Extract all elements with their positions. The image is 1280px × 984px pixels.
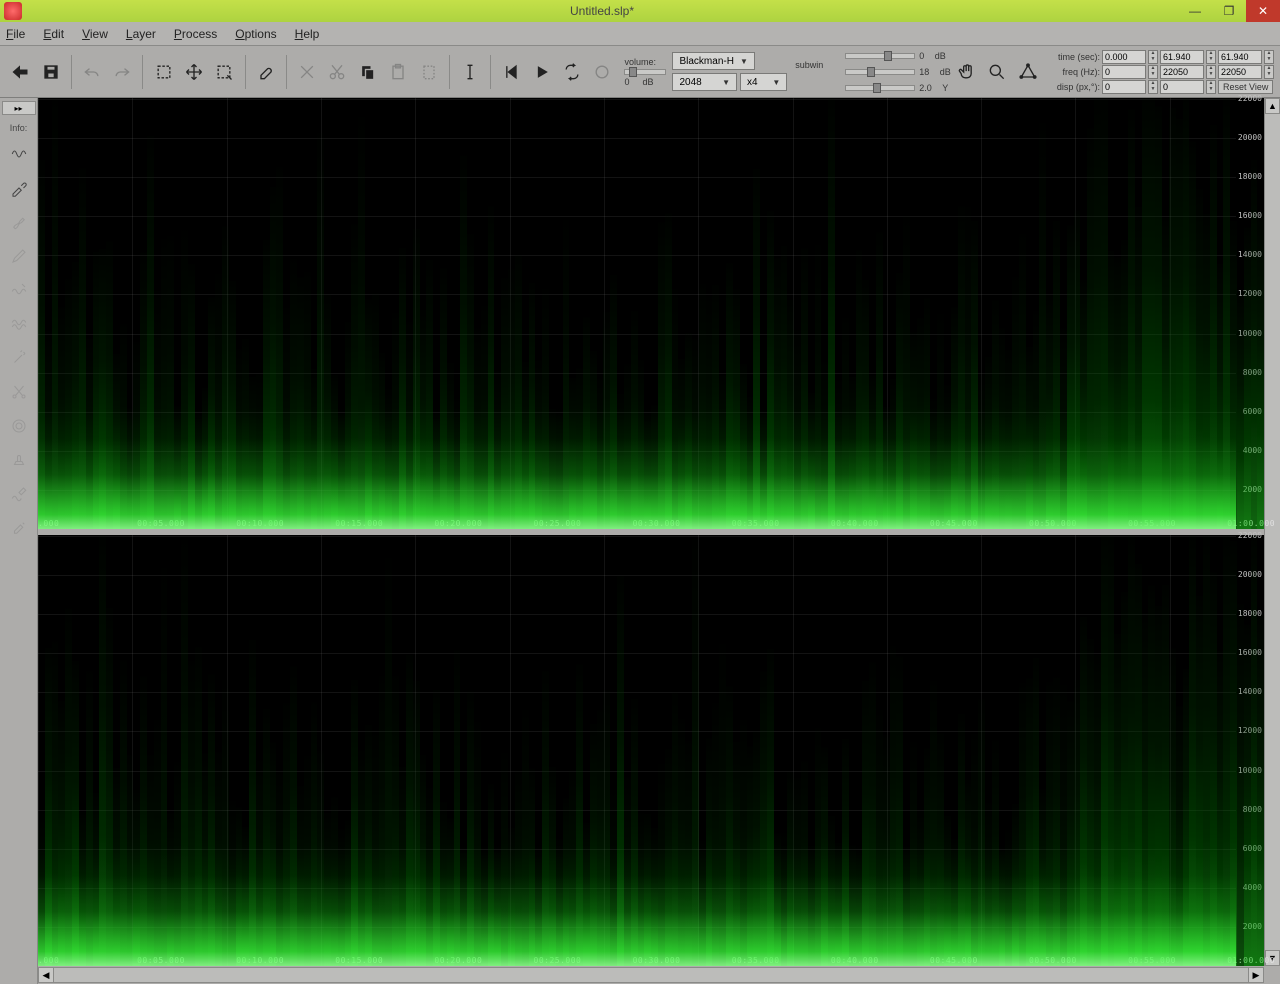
open-button[interactable]	[6, 54, 34, 90]
subwin-label: subwin	[795, 60, 823, 70]
horizontal-scrollbar[interactable]: ◀ ▶	[0, 966, 1280, 984]
sidebar-collapse[interactable]: ▸▸	[2, 101, 36, 115]
eraser-tool[interactable]	[251, 54, 279, 90]
wave-edit-icon[interactable]	[6, 481, 32, 507]
save-button[interactable]	[36, 54, 64, 90]
time-end-spin[interactable]: ▲▼	[1206, 50, 1216, 64]
select-tool[interactable]	[149, 54, 177, 90]
time-total-input[interactable]	[1218, 50, 1262, 64]
app-icon	[4, 2, 22, 20]
window-fn-select[interactable]: Blackman-H▼	[672, 52, 787, 70]
freq-low-spin[interactable]: ▲▼	[1148, 65, 1158, 79]
eyedropper-icon[interactable]	[6, 175, 32, 201]
wave2-icon[interactable]	[6, 311, 32, 337]
volume-slider[interactable]	[624, 69, 666, 75]
disp-y-spin[interactable]: ▲▼	[1206, 80, 1216, 94]
hand-tool[interactable]	[953, 54, 981, 90]
triangle-tool[interactable]	[1014, 54, 1042, 90]
delete-button[interactable]	[293, 54, 321, 90]
amp-bot-slider[interactable]	[845, 85, 915, 91]
amp-top-slider[interactable]	[845, 53, 915, 59]
spray-icon[interactable]	[6, 345, 32, 371]
time-total-spin[interactable]: ▲▼	[1264, 50, 1274, 64]
cursor-tool[interactable]	[456, 54, 484, 90]
amplitude-sliders: 0 dB 18 dB 2.0 Y	[845, 51, 951, 93]
sidebar: ▸▸ Info:	[0, 98, 38, 966]
freq-high-spin[interactable]: ▲▼	[1206, 65, 1216, 79]
spectrogram-channel-left[interactable]: 2200020000180001600014000120001000080006…	[38, 98, 1264, 529]
vzoom-select[interactable]: x4 ▼	[740, 73, 787, 91]
toolbar: volume: 0 dB Blackman-H▼ 2048 ▼ x4 ▼ sub…	[0, 46, 1280, 98]
skip-start-button[interactable]	[497, 54, 525, 90]
sidebar-info-label: Info:	[10, 123, 28, 133]
menu-layer[interactable]: Layer	[126, 27, 156, 41]
disp-x-input[interactable]	[1102, 80, 1146, 94]
time-start-input[interactable]	[1102, 50, 1146, 64]
menu-help[interactable]: Help	[295, 27, 320, 41]
volume-label: volume:	[624, 57, 656, 67]
scroll-up[interactable]: ▲	[1265, 98, 1280, 114]
titlebar: Untitled.slp* — ❐ ✕	[0, 0, 1280, 22]
freq-max-spin[interactable]: ▲▼	[1264, 65, 1274, 79]
scroll-right[interactable]: ▶	[1248, 967, 1264, 983]
move-tool[interactable]	[180, 54, 208, 90]
cut-button[interactable]	[323, 54, 351, 90]
menu-view[interactable]: View	[82, 27, 108, 41]
freq-label: freq (Hz):	[1044, 67, 1100, 77]
redo-button[interactable]	[108, 54, 136, 90]
record-button[interactable]	[588, 54, 616, 90]
paste-button[interactable]	[384, 54, 412, 90]
freq-max-input[interactable]	[1218, 65, 1262, 79]
copy-button[interactable]	[354, 54, 382, 90]
menu-file[interactable]: File	[6, 27, 25, 41]
spectrogram-canvas[interactable]: 2200020000180001600014000120001000080006…	[38, 98, 1264, 966]
paste-mix-button[interactable]	[414, 54, 442, 90]
scissors-alt-icon[interactable]	[6, 379, 32, 405]
pencil-icon[interactable]	[6, 243, 32, 269]
minimize-button[interactable]: —	[1178, 0, 1212, 22]
spectrogram-channel-right[interactable]: 2200020000180001600014000120001000080006…	[38, 529, 1264, 966]
disp-label: disp (px,°):	[1044, 82, 1100, 92]
reset-view-button[interactable]: Reset View	[1218, 80, 1273, 94]
scroll-left[interactable]: ◀	[38, 967, 54, 983]
volume-unit: dB	[643, 77, 654, 87]
range-group: time (sec): ▲▼ ▲▼ ▲▼ freq (Hz): ▲▼ ▲▼ ▲▼…	[1044, 50, 1274, 94]
subwin-group: subwin	[795, 60, 837, 83]
waveform-icon[interactable]	[6, 141, 32, 167]
undo-button[interactable]	[78, 54, 106, 90]
fft-size-select[interactable]: 2048 ▼	[672, 73, 737, 91]
freq-high-input[interactable]	[1160, 65, 1204, 79]
wave-brush-icon[interactable]	[6, 277, 32, 303]
zoom-tool[interactable]	[983, 54, 1011, 90]
stamp-icon[interactable]	[6, 447, 32, 473]
brush-icon[interactable]	[6, 209, 32, 235]
menu-options[interactable]: Options	[235, 27, 276, 41]
fft-select-group: Blackman-H▼ 2048 ▼ x4 ▼	[672, 52, 787, 91]
paint-icon[interactable]	[6, 515, 32, 541]
amp-mid-slider[interactable]	[845, 69, 915, 75]
window-title: Untitled.slp*	[26, 4, 1178, 18]
freq-low-input[interactable]	[1102, 65, 1146, 79]
target-icon[interactable]	[6, 413, 32, 439]
volume-min: 0	[624, 77, 629, 87]
time-label: time (sec):	[1044, 52, 1100, 62]
loop-button[interactable]	[558, 54, 586, 90]
disp-y-input[interactable]	[1160, 80, 1204, 94]
play-button[interactable]	[527, 54, 555, 90]
crop-tool[interactable]	[210, 54, 238, 90]
maximize-button[interactable]: ❐	[1212, 0, 1246, 22]
disp-x-spin[interactable]: ▲▼	[1148, 80, 1158, 94]
menu-edit[interactable]: Edit	[43, 27, 64, 41]
menu-process[interactable]: Process	[174, 27, 217, 41]
vertical-scrollbar[interactable]: ▲ ▼	[1264, 98, 1280, 966]
time-start-spin[interactable]: ▲▼	[1148, 50, 1158, 64]
menubar: File Edit View Layer Process Options Hel…	[0, 22, 1280, 46]
volume-group: volume: 0 dB	[624, 57, 666, 87]
main-area: ▸▸ Info: 2200020000180001600014000120001…	[0, 98, 1280, 966]
close-button[interactable]: ✕	[1246, 0, 1280, 22]
time-end-input[interactable]	[1160, 50, 1204, 64]
